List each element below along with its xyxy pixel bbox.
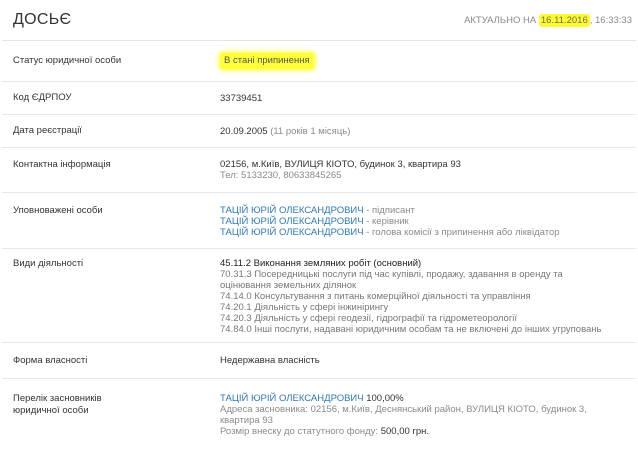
- actuality-time: 16:33:33: [595, 14, 632, 26]
- contact-value: 02156, м.Київ, ВУЛИЦЯ КІОТО, будинок 3, …: [220, 159, 636, 192]
- dossier-header: ДОСЬЄ АКТУАЛЬНО НА 16.11.2016, 16:33:33: [2, 0, 636, 41]
- authorized-person-link[interactable]: ТАЦІЙ ЮРІЙ ОЛЕКСАНДРОВИЧ: [220, 216, 364, 227]
- row-ownership: Форма власності Недержавна власність: [2, 343, 636, 379]
- registration-value: 20.09.2005 (11 років 1 місяць): [220, 126, 636, 137]
- authorized-person-role: - голова комісії з припинення або ліквід…: [363, 227, 560, 238]
- authorized-item: ТАЦІЙ ЮРІЙ ОЛЕКСАНДРОВИЧ - керівник: [220, 216, 616, 227]
- edrpou-label: Код ЄДРПОУ: [13, 92, 72, 103]
- row-edrpou: Код ЄДРПОУ 33739451: [2, 82, 636, 115]
- authorized-person-role: - керівник: [363, 216, 409, 227]
- dossier-page: ДОСЬЄ АКТУАЛЬНО НА 16.11.2016, 16:33:33 …: [0, 0, 638, 449]
- status-label: Статус юридичної особи: [13, 55, 122, 66]
- row-founders: Перелік засновників юридичної особи ТАЦІ…: [2, 379, 636, 449]
- founder-link[interactable]: ТАЦІЙ ЮРІЙ ОЛЕКСАНДРОВИЧ: [220, 393, 364, 404]
- row-registration: Дата реєстрації 20.09.2005 (11 років 1 м…: [2, 115, 636, 148]
- ownership-value: Недержавна власність: [220, 355, 320, 366]
- actuality-info: АКТУАЛЬНО НА 16.11.2016, 16:33:33: [464, 13, 632, 27]
- authorized-item: ТАЦІЙ ЮРІЙ ОЛЕКСАНДРОВИЧ - підписант: [220, 205, 616, 216]
- activity-main: 45.11.2 Виконання земляних робіт (основн…: [220, 258, 422, 269]
- founder-share: 100,00%: [363, 393, 404, 404]
- status-badge: В стані припинення: [220, 53, 314, 69]
- registration-label: Дата реєстрації: [13, 125, 82, 136]
- page-title: ДОСЬЄ: [13, 11, 72, 28]
- activity-item: 74.20.3 Діяльність у сфері геодезії, гід…: [220, 313, 518, 324]
- authorized-list: ТАЦІЙ ЮРІЙ ОЛЕКСАНДРОВИЧ - підписант ТАЦ…: [220, 205, 636, 248]
- authorized-label: Уповноважені особи: [13, 205, 103, 216]
- actuality-date: 16.11.2016: [538, 13, 590, 27]
- authorized-person-link[interactable]: ТАЦІЙ ЮРІЙ ОЛЕКСАНДРОВИЧ: [220, 205, 364, 216]
- founders-list: ТАЦІЙ ЮРІЙ ОЛЕКСАНДРОВИЧ 100,00% Адреса …: [220, 393, 636, 449]
- contact-phone: Тел: 5133230, 80633845265: [220, 170, 342, 181]
- edrpou-value: 33739451: [220, 92, 263, 104]
- activities-list: 45.11.2 Виконання земляних робіт (основн…: [220, 258, 636, 342]
- activity-item: 74.20.1 Діяльність у сфері інжинірингу: [220, 302, 389, 313]
- registration-date: 20.09.2005: [220, 125, 268, 137]
- row-contact: Контактна інформація 02156, м.Київ, ВУЛИ…: [2, 148, 636, 193]
- founders-label: Перелік засновників юридичної особи: [13, 393, 102, 416]
- founder-capital-label: Розмір внеску до статутного фонду:: [220, 426, 381, 437]
- authorized-item: ТАЦІЙ ЮРІЙ ОЛЕКСАНДРОВИЧ - голова комісі…: [220, 227, 616, 238]
- founder-capital: Розмір внеску до статутного фонду: 500,0…: [220, 426, 616, 437]
- founder-capital-value: 500,00 грн.: [380, 426, 430, 437]
- registration-age: (11 років 1 місяць): [270, 125, 351, 137]
- row-status: Статус юридичної особи В стані припиненн…: [2, 41, 636, 82]
- activity-item: 70.31.3 Посередницькі послуги під час ку…: [220, 269, 563, 291]
- ownership-label: Форма власності: [13, 354, 88, 366]
- actuality-prefix: АКТУАЛЬНО НА: [464, 14, 537, 26]
- activities-label: Види діяльності: [13, 258, 84, 269]
- authorized-person-role: - підписант: [363, 205, 415, 216]
- founder-address: Адреса засновника: 02156, м.Київ, Деснян…: [220, 404, 587, 426]
- row-activities: Види діяльності 45.11.2 Виконання землян…: [2, 249, 636, 343]
- activity-item: 74.14.0 Консультування з питань комерцій…: [220, 291, 531, 302]
- authorized-person-link[interactable]: ТАЦІЙ ЮРІЙ ОЛЕКСАНДРОВИЧ: [220, 227, 364, 238]
- founder-item: ТАЦІЙ ЮРІЙ ОЛЕКСАНДРОВИЧ 100,00%: [220, 393, 616, 404]
- contact-label: Контактна інформація: [13, 159, 111, 170]
- row-authorized: Уповноважені особи ТАЦІЙ ЮРІЙ ОЛЕКСАНДРО…: [2, 193, 636, 249]
- status-value-wrap: В стані припинення: [220, 53, 636, 69]
- activity-item: 74.84.0 Інші послуги, надавані юридичним…: [220, 324, 602, 335]
- contact-address: 02156, м.Київ, ВУЛИЦЯ КІОТО, будинок 3, …: [220, 159, 461, 170]
